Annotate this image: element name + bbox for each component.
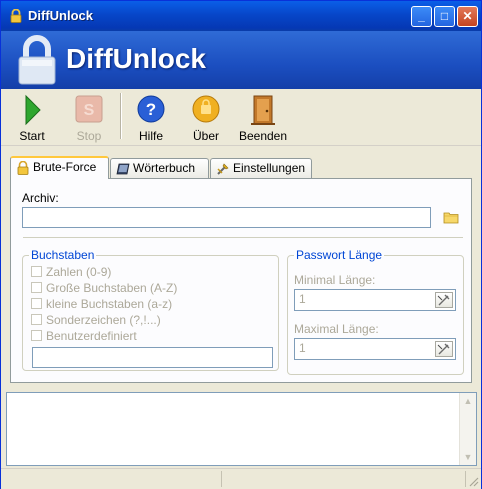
- custom-chars-input[interactable]: [32, 347, 273, 368]
- exit-label: Beenden: [238, 129, 288, 143]
- about-button[interactable]: Über: [186, 92, 226, 143]
- archive-input[interactable]: [22, 207, 431, 228]
- scroll-down-icon[interactable]: ▼: [460, 449, 476, 465]
- exit-button[interactable]: Beenden: [237, 92, 289, 143]
- archive-label: Archiv:: [22, 191, 59, 205]
- start-button[interactable]: Start: [11, 92, 53, 143]
- book-icon: [116, 163, 130, 175]
- folder-icon[interactable]: [443, 210, 459, 224]
- max-length-label: Maximal Länge:: [294, 322, 379, 336]
- title-bar[interactable]: DiffUnlock _ □ ✕: [1, 1, 481, 31]
- letters-group-title: Buchstaben: [29, 248, 97, 262]
- svg-text:?: ?: [146, 100, 156, 119]
- start-label: Start: [19, 129, 45, 143]
- max-length-value: 1: [299, 341, 306, 355]
- lock-icon: [17, 161, 29, 175]
- edit-icon[interactable]: [435, 292, 453, 308]
- scroll-up-icon[interactable]: ▲: [460, 393, 476, 409]
- app-name: DiffUnlock: [66, 43, 206, 74]
- help-label: Hilfe: [138, 129, 163, 143]
- min-length-input[interactable]: 1: [294, 289, 456, 311]
- status-cell: [1, 471, 222, 487]
- banner: DiffUnlock: [1, 31, 481, 89]
- toolbar: Start S Stop ? Hilfe Über Beenden: [1, 89, 481, 146]
- padlock-icon: [18, 35, 56, 85]
- help-icon: ?: [137, 95, 165, 123]
- tab-label: Brute-Force: [33, 160, 97, 174]
- edit-icon[interactable]: [435, 341, 453, 357]
- divider: [23, 237, 463, 238]
- window-title: DiffUnlock: [28, 8, 93, 23]
- min-length-label: Minimal Länge:: [294, 273, 376, 287]
- brute-force-panel: Archiv: Buchstaben Zahlen (0-9) Große Bu…: [10, 178, 472, 383]
- min-length-value: 1: [299, 292, 306, 306]
- checkbox-label: Sonderzeichen (?,!...): [46, 313, 161, 327]
- tab-label: Einstellungen: [233, 161, 306, 175]
- svg-text:S: S: [84, 102, 95, 119]
- toolbar-separator: [120, 93, 122, 139]
- stop-icon: S: [75, 95, 103, 123]
- lock-icon: [10, 9, 22, 23]
- tab-label: Wörterbuch: [133, 161, 196, 175]
- checkbox-label: kleine Buchstaben (a-z): [46, 297, 173, 311]
- tab-settings[interactable]: Einstellungen: [210, 158, 312, 178]
- minimize-button[interactable]: _: [411, 6, 432, 27]
- status-bar: [1, 468, 481, 489]
- tab-dictionary[interactable]: Wörterbuch: [110, 158, 209, 178]
- password-length-group: Passwort Länge Minimal Länge: 1 Maximal …: [287, 248, 464, 375]
- log-output[interactable]: ▲ ▼: [6, 392, 477, 466]
- checkbox-label: Benutzerdefiniert: [46, 329, 137, 343]
- password-length-title: Passwort Länge: [294, 248, 385, 262]
- log-scrollbar[interactable]: ▲ ▼: [459, 393, 476, 465]
- help-button[interactable]: ? Hilfe: [131, 92, 171, 143]
- play-icon: [25, 94, 41, 126]
- max-length-input[interactable]: 1: [294, 338, 456, 360]
- checkbox-label: Zahlen (0-9): [46, 265, 112, 279]
- checkbox-label: Große Buchstaben (A-Z): [46, 281, 178, 295]
- status-cell: [223, 471, 466, 487]
- stop-label: Stop: [76, 129, 102, 143]
- letters-group: Buchstaben Zahlen (0-9) Große Buchstaben…: [22, 248, 279, 371]
- about-icon: [192, 95, 220, 123]
- app-window: DiffUnlock _ □ ✕ DiffUnlock Start S Stop: [0, 0, 482, 489]
- stop-button[interactable]: S Stop: [67, 92, 111, 143]
- door-icon: [251, 95, 275, 125]
- close-button[interactable]: ✕: [457, 6, 478, 27]
- tab-brute-force[interactable]: Brute-Force: [10, 156, 109, 179]
- maximize-button[interactable]: □: [434, 6, 455, 27]
- resize-grip-icon[interactable]: [467, 475, 479, 487]
- about-label: Über: [192, 129, 219, 143]
- settings-icon: [217, 163, 229, 175]
